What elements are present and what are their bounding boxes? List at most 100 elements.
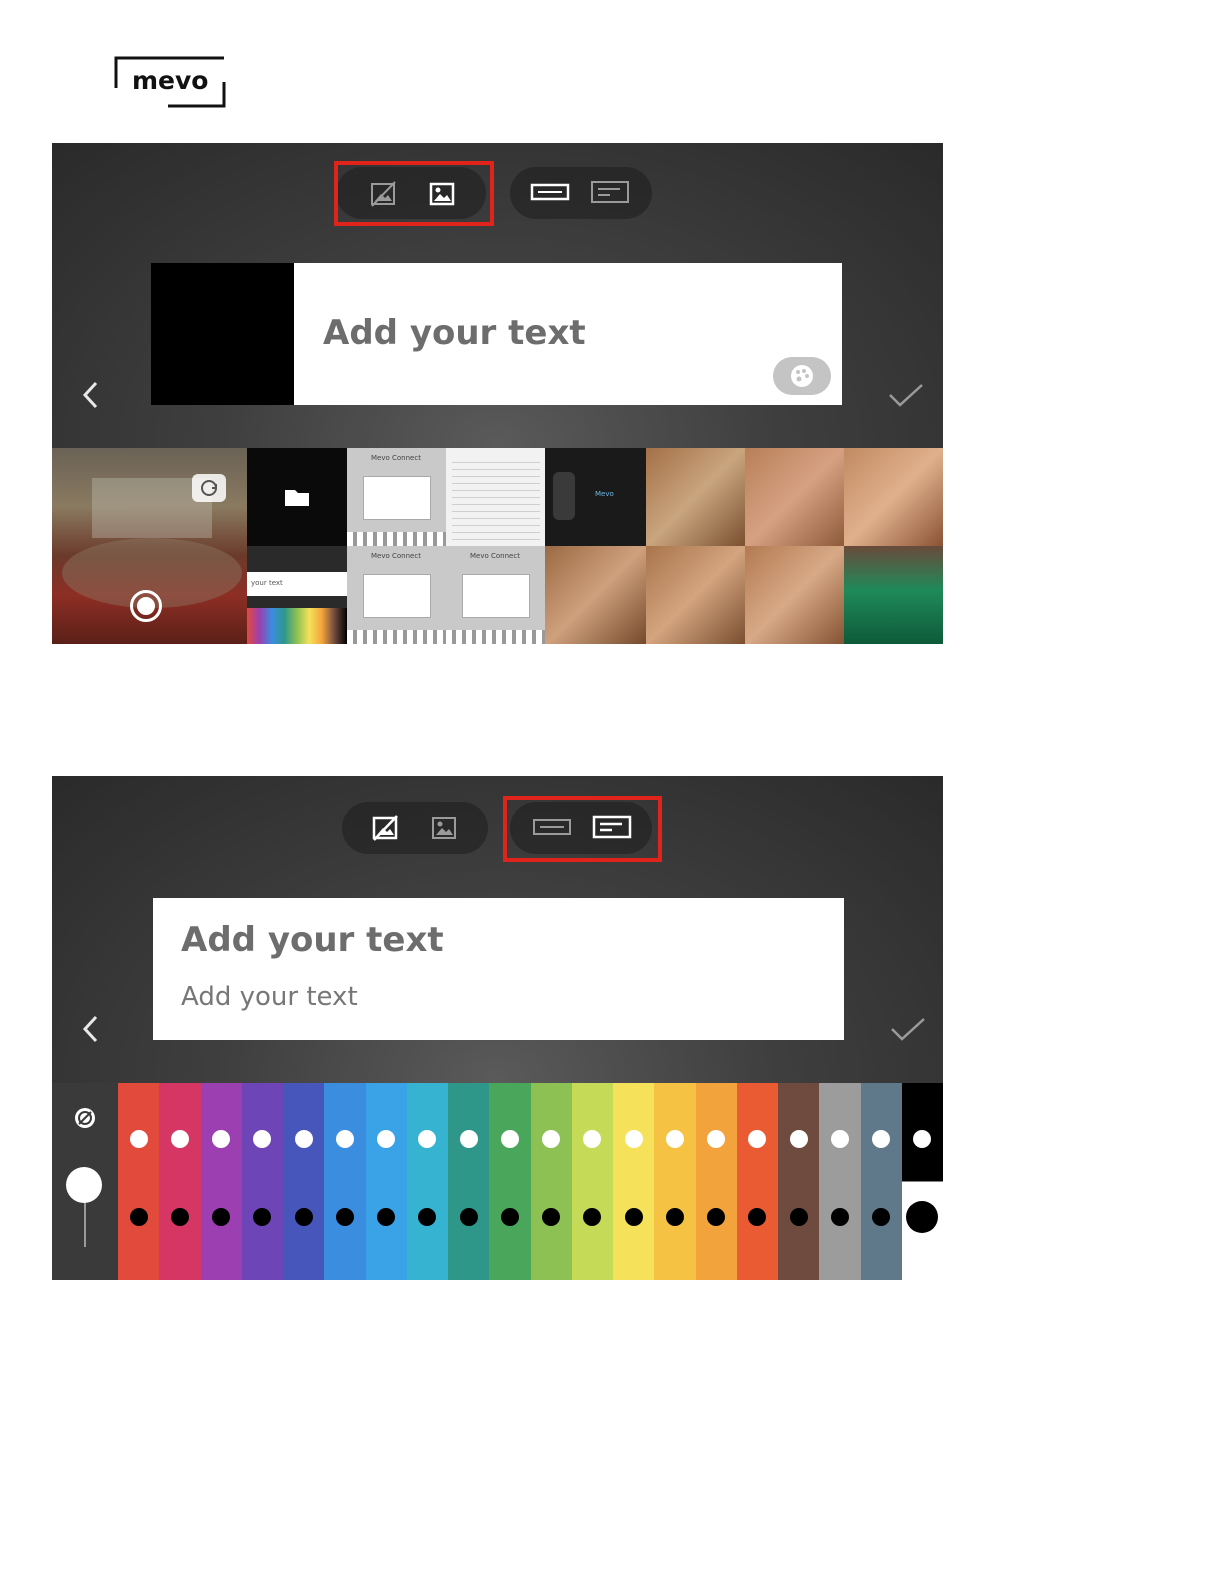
- color-swatch[interactable]: [736, 1083, 779, 1280]
- dark-shade-dot[interactable]: [459, 1208, 478, 1226]
- lower-third-double-icon[interactable]: [590, 177, 630, 207]
- dark-shade-dot[interactable]: [500, 1208, 519, 1226]
- thumbnail-dialog[interactable]: Mevo Connect: [347, 448, 446, 546]
- thumbnail-photo[interactable]: [745, 448, 844, 546]
- thumbnail-photo[interactable]: [745, 546, 844, 644]
- dark-shade-dot[interactable]: [789, 1208, 808, 1226]
- back-chevron-icon[interactable]: [76, 375, 106, 415]
- thumbnail-speaker[interactable]: Mevo: [545, 448, 646, 546]
- color-swatch[interactable]: [778, 1083, 820, 1280]
- thumbnail-bottle[interactable]: [844, 546, 943, 644]
- thumbnail-photo[interactable]: [844, 448, 943, 546]
- light-shade-dot[interactable]: [418, 1130, 437, 1148]
- dark-shade-dot[interactable]: [583, 1208, 602, 1226]
- dark-shade-dot[interactable]: [624, 1208, 643, 1226]
- light-shade-dot[interactable]: [872, 1130, 891, 1148]
- light-shade-dot[interactable]: [665, 1130, 684, 1148]
- light-shade-dot[interactable]: [583, 1130, 602, 1148]
- light-shade-dot[interactable]: [253, 1130, 272, 1148]
- thumbnail-photo[interactable]: [646, 448, 745, 546]
- dark-shade-dot[interactable]: [170, 1208, 189, 1226]
- opacity-slider-handle[interactable]: [66, 1167, 102, 1203]
- thumbnail-photo[interactable]: [545, 546, 646, 644]
- no-image-icon[interactable]: [370, 813, 400, 843]
- subtitle-text[interactable]: Add your text: [181, 982, 358, 1012]
- color-swatch[interactable]: [695, 1083, 738, 1280]
- light-shade-dot[interactable]: [212, 1130, 231, 1148]
- light-shade-dot[interactable]: [707, 1130, 726, 1148]
- lower-third-card[interactable]: Add your text Add your text: [153, 898, 844, 1040]
- light-shade-dot[interactable]: [624, 1130, 643, 1148]
- light-shade-dot[interactable]: [459, 1130, 478, 1148]
- color-swatch[interactable]: [489, 1083, 531, 1280]
- dark-shade-dot[interactable]: [294, 1208, 313, 1226]
- dark-shade-dot[interactable]: [707, 1208, 726, 1226]
- flip-camera-icon[interactable]: [192, 474, 226, 502]
- color-swatch[interactable]: [613, 1083, 655, 1280]
- color-swatch[interactable]: [365, 1083, 408, 1280]
- logo-text: mevo: [132, 66, 209, 95]
- lower-third-double-icon[interactable]: [592, 812, 632, 842]
- confirm-check-icon[interactable]: [886, 375, 926, 415]
- editor-panel-text: Add your text Add your text: [52, 776, 943, 1280]
- dark-shade-dot[interactable]: [872, 1208, 891, 1226]
- light-shade-dot[interactable]: [377, 1130, 396, 1148]
- thumbnail-text-ui[interactable]: your text: [247, 546, 347, 644]
- color-swatch[interactable]: [448, 1083, 490, 1280]
- thumbnail-dialog[interactable]: Mevo Connect: [347, 546, 446, 644]
- dark-shade-dot[interactable]: [377, 1208, 396, 1226]
- light-shade-dot[interactable]: [542, 1130, 561, 1148]
- color-swatch[interactable]: [159, 1083, 201, 1280]
- dark-shade-dot[interactable]: [129, 1208, 148, 1226]
- lower-third-single-icon[interactable]: [532, 812, 572, 842]
- color-swatch[interactable]: [200, 1083, 243, 1280]
- light-shade-dot[interactable]: [335, 1130, 354, 1148]
- color-swatch[interactable]: [324, 1083, 366, 1280]
- dark-shade-dot[interactable]: [906, 1201, 939, 1233]
- light-shade-dot[interactable]: [170, 1130, 189, 1148]
- dark-shade-dot[interactable]: [335, 1208, 354, 1226]
- color-swatch[interactable]: [654, 1083, 696, 1280]
- lower-third-single-icon[interactable]: [530, 177, 570, 207]
- thumbnail-list[interactable]: [446, 448, 545, 546]
- thumbnail-photo[interactable]: [646, 546, 745, 644]
- light-shade-dot[interactable]: [830, 1130, 849, 1148]
- color-swatch[interactable]: [819, 1083, 861, 1280]
- light-shade-dot[interactable]: [500, 1130, 519, 1148]
- dark-shade-dot[interactable]: [665, 1208, 684, 1226]
- dark-shade-dot[interactable]: [748, 1208, 767, 1226]
- light-shade-dot[interactable]: [789, 1130, 808, 1148]
- thumbnail-folder[interactable]: [247, 448, 347, 546]
- title-text[interactable]: Add your text: [323, 313, 586, 353]
- thumbnail-live-camera[interactable]: [52, 448, 247, 644]
- dark-shade-dot[interactable]: [212, 1208, 231, 1226]
- color-swatch[interactable]: [118, 1083, 160, 1280]
- dark-shade-dot[interactable]: [830, 1208, 849, 1226]
- dark-shade-dot[interactable]: [542, 1208, 561, 1226]
- dark-shade-dot[interactable]: [418, 1208, 437, 1226]
- mevo-logo: mevo: [112, 54, 228, 110]
- color-swatch[interactable]: [406, 1083, 449, 1280]
- color-swatch[interactable]: [860, 1083, 903, 1280]
- color-swatch[interactable]: [283, 1083, 325, 1280]
- confirm-check-icon[interactable]: [888, 1009, 928, 1049]
- capture-button[interactable]: [130, 590, 162, 622]
- dark-shade-dot[interactable]: [253, 1208, 272, 1226]
- image-icon[interactable]: [427, 179, 457, 209]
- light-shade-dot[interactable]: [294, 1130, 313, 1148]
- color-swatch[interactable]: [241, 1083, 284, 1280]
- back-chevron-icon[interactable]: [76, 1009, 106, 1049]
- light-shade-dot[interactable]: [913, 1130, 932, 1148]
- color-swatch[interactable]: [530, 1083, 573, 1280]
- lower-third-card[interactable]: Add your text: [151, 263, 842, 405]
- image-icon[interactable]: [429, 813, 459, 843]
- thumbnail-dialog[interactable]: Mevo Connect: [446, 546, 545, 644]
- color-swatch[interactable]: [901, 1083, 943, 1280]
- no-image-icon[interactable]: [368, 179, 398, 209]
- light-shade-dot[interactable]: [129, 1130, 148, 1148]
- color-palette-button[interactable]: [773, 357, 831, 395]
- image-slot[interactable]: [151, 263, 294, 405]
- light-shade-dot[interactable]: [748, 1130, 767, 1148]
- color-swatch[interactable]: [571, 1083, 614, 1280]
- title-text[interactable]: Add your text: [181, 920, 444, 960]
